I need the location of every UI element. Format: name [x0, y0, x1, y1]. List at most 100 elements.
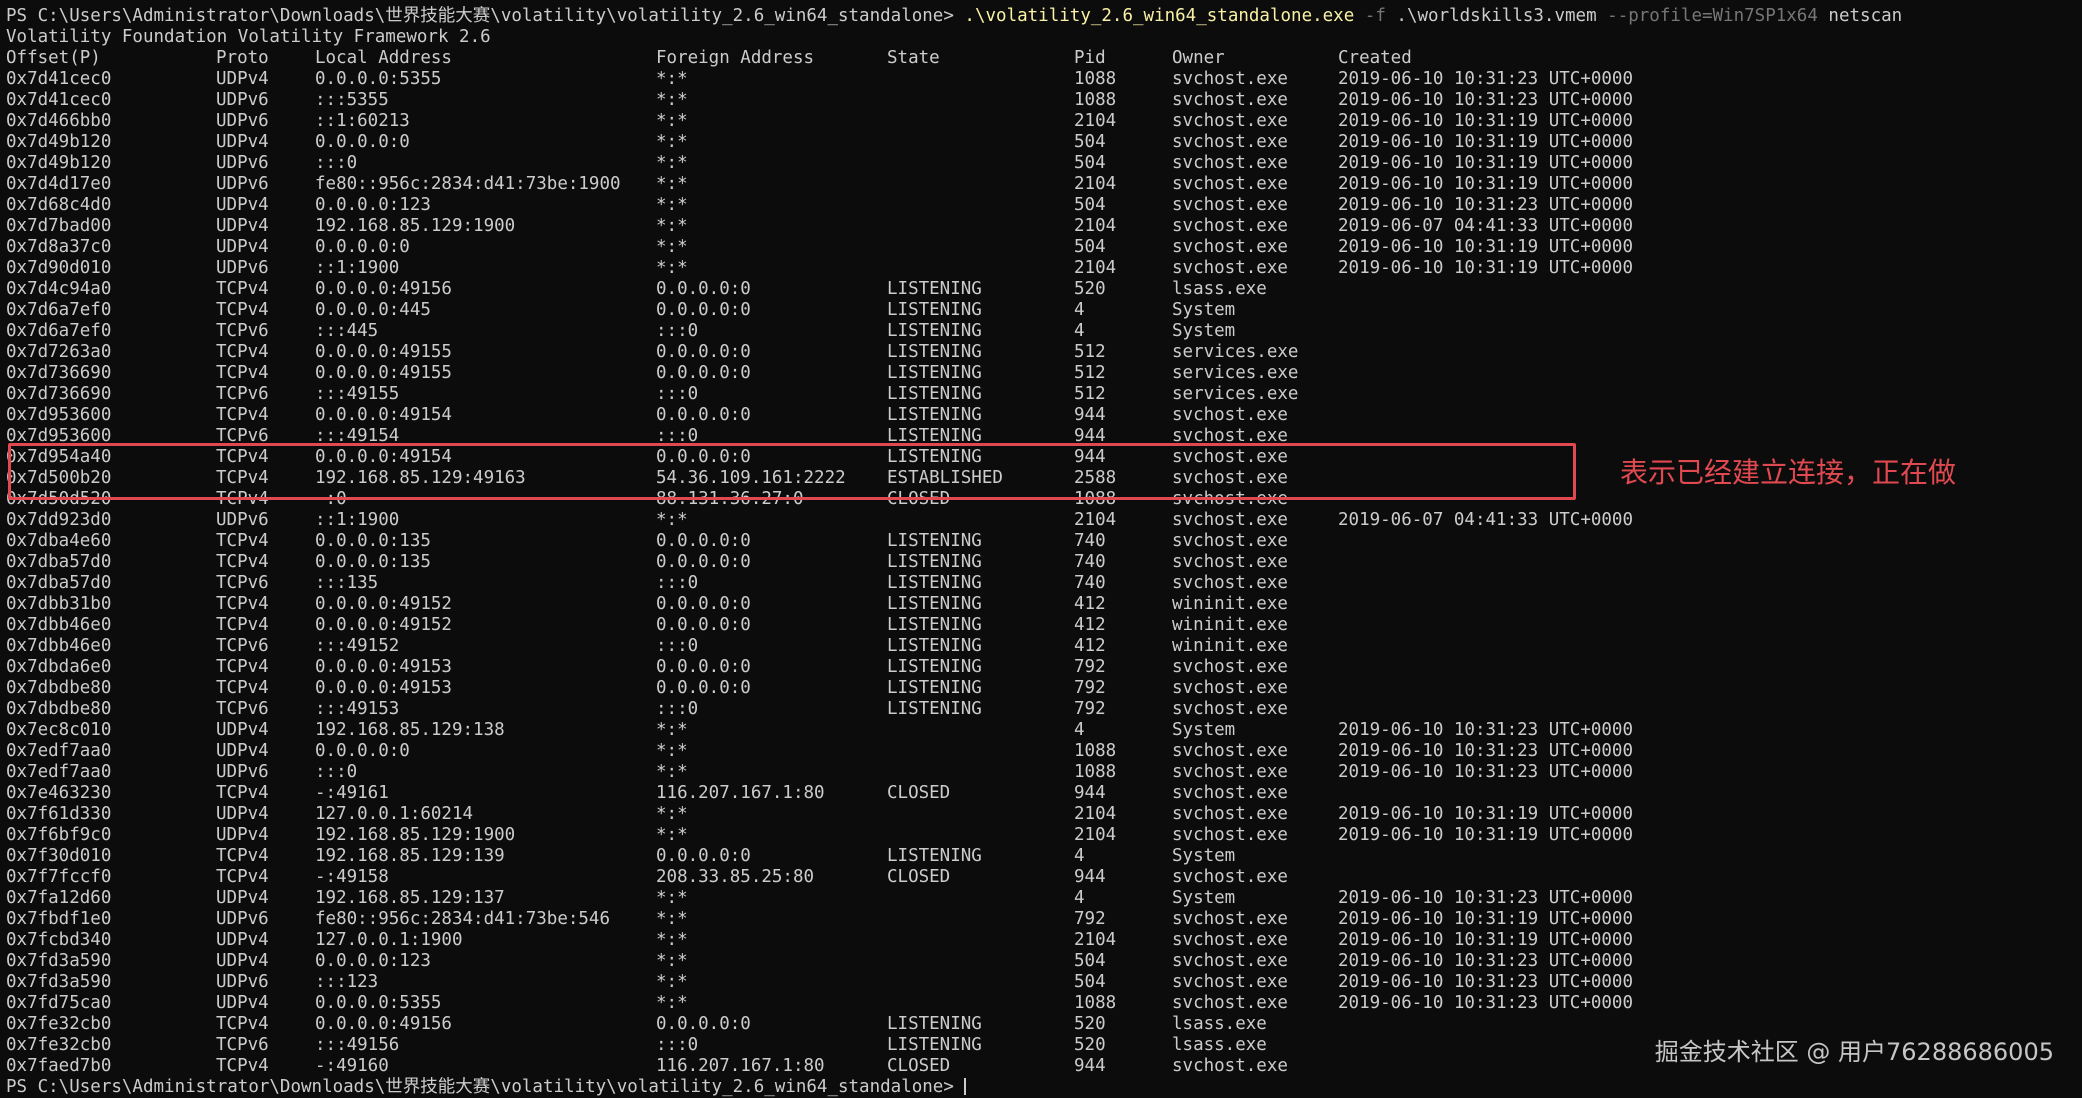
row-offset: 0x7dba57d0: [6, 552, 112, 572]
row-local-address: 192.168.85.129:49163: [315, 468, 526, 488]
row-created: 2019-06-07 04:41:33 UTC+0000: [1338, 510, 1634, 530]
row-pid: 504: [1074, 153, 1106, 173]
row-owner: svchost.exe: [1172, 69, 1288, 89]
row-proto: UDPv4: [216, 216, 269, 236]
row-offset: 0x7dbb31b0: [6, 594, 112, 614]
row-foreign-address: :::0: [656, 699, 699, 719]
row-owner: svchost.exe: [1172, 678, 1288, 698]
row-pid: 1088: [1074, 993, 1117, 1013]
row-pid: 4: [1074, 846, 1085, 866]
row-owner: lsass.exe: [1172, 279, 1267, 299]
row-pid: 1088: [1074, 489, 1117, 509]
row-pid: 512: [1074, 384, 1106, 404]
row-foreign-address: :::0: [656, 384, 699, 404]
table-row: 0x7d4c94a0 TCPv4 0.0.0.0:49156 0.0.0.0:0 LIS…: [6, 279, 2082, 300]
row-foreign-address: *:*: [656, 216, 688, 236]
row-offset: 0x7d90d010: [6, 258, 112, 278]
row-proto: TCPv4: [216, 594, 269, 614]
row-foreign-address: 0.0.0.0:0: [656, 405, 751, 425]
row-state: LISTENING: [887, 594, 982, 614]
row-proto: UDPv4: [216, 720, 269, 740]
row-local-address: 192.168.85.129:1900: [315, 216, 516, 236]
row-created: 2019-06-10 10:31:19 UTC+0000: [1338, 111, 1634, 131]
row-owner: System: [1172, 321, 1236, 341]
row-foreign-address: 0.0.0.0:0: [656, 657, 751, 677]
table-row: 0x7fd3a590 UDPv4 0.0.0.0:123 *:* 504 svchost.…: [6, 951, 2082, 972]
row-pid: 740: [1074, 573, 1106, 593]
table-row: 0x7dbb46e0 TCPv6:::49152:::0 LISTENING 412 w…: [6, 636, 2082, 657]
row-owner: svchost.exe: [1172, 909, 1288, 929]
final-prompt-line[interactable]: PS C:\Users\Administrator\Downloads\世界技能…: [6, 1077, 2082, 1098]
row-local-address: 127.0.0.1:1900: [315, 930, 463, 950]
row-offset: 0x7d6a7ef0: [6, 321, 112, 341]
header-offset: Offset(P): [6, 48, 101, 68]
table-row: 0x7d953600 TCPv4 0.0.0.0:49154 0.0.0.0:0 LIS…: [6, 405, 2082, 426]
row-offset: 0x7dbda6e0: [6, 657, 112, 677]
row-owner: System: [1172, 300, 1236, 320]
row-owner: svchost.exe: [1172, 657, 1288, 677]
row-offset: 0x7fe32cb0: [6, 1014, 112, 1034]
text-cursor: [964, 1078, 967, 1095]
row-owner: svchost.exe: [1172, 741, 1288, 761]
row-created: 2019-06-10 10:31:19 UTC+0000: [1338, 258, 1634, 278]
row-offset: 0x7f7fccf0: [6, 867, 112, 887]
row-offset: 0x7dba57d0: [6, 573, 112, 593]
row-local-address: -:0: [315, 489, 347, 509]
row-proto: UDPv6: [216, 153, 269, 173]
row-owner: wininit.exe: [1172, 594, 1288, 614]
header-owner: Owner: [1172, 48, 1225, 68]
row-proto: TCPv6: [216, 636, 269, 656]
command-executable: .\volatility_2.6_win64_standalone.exe: [964, 6, 1355, 26]
row-proto: UDPv6: [216, 762, 269, 782]
table-row: 0x7fd75ca0 UDPv4 0.0.0.0:5355 *:* 1088 svchos…: [6, 993, 2082, 1014]
row-created: 2019-06-10 10:31:23 UTC+0000: [1338, 888, 1634, 908]
row-created: 2019-06-10 10:31:19 UTC+0000: [1338, 174, 1634, 194]
row-proto: UDPv4: [216, 888, 269, 908]
row-foreign-address: *:*: [656, 825, 688, 845]
row-owner: svchost.exe: [1172, 405, 1288, 425]
command-flag-f: -f: [1364, 6, 1386, 26]
row-pid: 504: [1074, 132, 1106, 152]
row-offset: 0x7ec8c010: [6, 720, 112, 740]
table-row: 0x7d4d17e0 UDPv6 fe80::956c:2834:d41:73be:…: [6, 174, 2082, 195]
table-row: 0x7dbdbe80 TCPv4 0.0.0.0:49153 0.0.0.0:0 LIS…: [6, 678, 2082, 699]
row-state: LISTENING: [887, 573, 982, 593]
row-proto: TCPv6: [216, 1035, 269, 1055]
row-foreign-address: *:*: [656, 237, 688, 257]
row-foreign-address: *:*: [656, 111, 688, 131]
row-pid: 944: [1074, 783, 1106, 803]
row-proto: UDPv4: [216, 132, 269, 152]
command-plugin: netscan: [1828, 6, 1903, 26]
row-proto: TCPv4: [216, 1014, 269, 1034]
row-pid: 1088: [1074, 90, 1117, 110]
row-foreign-address: 0.0.0.0:0: [656, 552, 751, 572]
table-header: Offset(P) Proto Local Address Foreign Ad…: [6, 48, 2082, 69]
row-proto: TCPv4: [216, 783, 269, 803]
row-owner: svchost.exe: [1172, 573, 1288, 593]
row-foreign-address: 0.0.0.0:0: [656, 1014, 751, 1034]
row-local-address: 192.168.85.129:137: [315, 888, 505, 908]
row-offset: 0x7dba4e60: [6, 531, 112, 551]
table-row: 0x7d6a7ef0 TCPv4 0.0.0.0:445 0.0.0.0:0 LISTE…: [6, 300, 2082, 321]
prompt: PS C:\Users\Administrator\Downloads\世界技能…: [6, 6, 965, 26]
row-proto: TCPv4: [216, 468, 269, 488]
row-local-address: 127.0.0.1:60214: [315, 804, 474, 824]
row-pid: 1088: [1074, 741, 1117, 761]
table-row: 0x7d68c4d0 UDPv4 0.0.0.0:123 *:* 504 svchost.…: [6, 195, 2082, 216]
row-foreign-address: 0.0.0.0:0: [656, 342, 751, 362]
row-proto: TCPv4: [216, 657, 269, 677]
table-row: 0x7d49b120 UDPv4 0.0.0.0:0 *:* 504 svchost.ex…: [6, 132, 2082, 153]
row-local-address: 192.168.85.129:1900: [315, 825, 516, 845]
row-created: 2019-06-10 10:31:19 UTC+0000: [1338, 153, 1634, 173]
row-created: 2019-06-10 10:31:23 UTC+0000: [1338, 90, 1634, 110]
row-offset: 0x7d736690: [6, 384, 112, 404]
row-proto: UDPv6: [216, 510, 269, 530]
row-pid: 2104: [1074, 825, 1117, 845]
row-foreign-address: *:*: [656, 153, 688, 173]
row-proto: TCPv4: [216, 342, 269, 362]
row-proto: UDPv4: [216, 741, 269, 761]
row-foreign-address: *:*: [656, 720, 688, 740]
row-pid: 504: [1074, 972, 1106, 992]
terminal-window[interactable]: PS C:\Users\Administrator\Downloads\世界技能…: [6, 6, 2082, 1097]
row-local-address: 0.0.0.0:0: [315, 132, 410, 152]
